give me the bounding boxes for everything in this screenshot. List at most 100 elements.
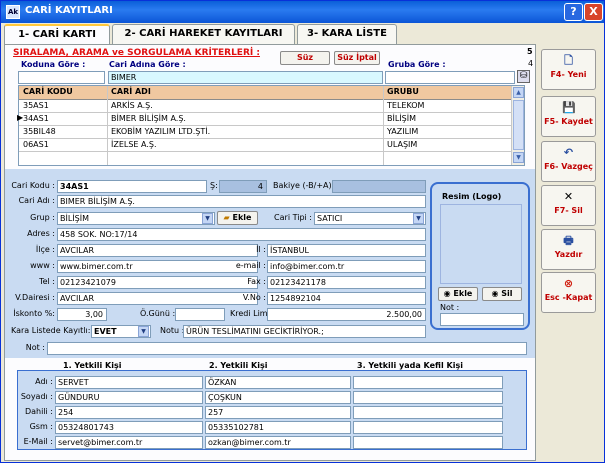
cancel-filter-button[interactable]: Süz İptal bbox=[334, 51, 380, 65]
filter-icon[interactable]: ⛁ bbox=[517, 70, 530, 83]
district-field[interactable]: AVCILAR bbox=[57, 244, 258, 257]
total-count: 5 bbox=[527, 47, 533, 56]
code-filter-input[interactable] bbox=[18, 71, 105, 84]
col-code-header[interactable]: CARİ KODU bbox=[23, 87, 73, 96]
tel-field[interactable]: 02123421079 bbox=[57, 276, 258, 289]
not-field[interactable] bbox=[47, 342, 527, 355]
www-field[interactable]: www.bimer.com.tr bbox=[57, 260, 258, 273]
name-filter-label: Cari Adına Göre : bbox=[109, 60, 186, 69]
contact3-surname[interactable] bbox=[353, 391, 503, 404]
add-group-button[interactable]: ▰ Ekle bbox=[217, 211, 258, 225]
folder-icon: ▰ bbox=[223, 213, 230, 222]
contact3-ext[interactable] bbox=[353, 406, 503, 419]
contact3-email[interactable] bbox=[353, 436, 503, 449]
undo-icon: ↶ bbox=[563, 146, 574, 159]
tab-bar: 1- CARİ KARTI 2- CARİ HAREKET KAYITLARI … bbox=[4, 24, 534, 45]
delete-button[interactable]: ✕ F7- Sil bbox=[541, 185, 596, 226]
close-window-button[interactable]: X bbox=[584, 3, 603, 21]
contact1-gsm[interactable]: 05324801743 bbox=[55, 421, 203, 434]
photo-panel: Resim (Logo) ◉ Ekle ◉ Sil Not : bbox=[430, 182, 530, 330]
contact2-email[interactable]: ozkan@bimer.com.tr bbox=[205, 436, 351, 449]
chevron-down-icon[interactable]: ▼ bbox=[413, 213, 424, 224]
photo-add-button[interactable]: ◉ Ekle bbox=[438, 287, 478, 301]
payday-field[interactable] bbox=[175, 308, 225, 321]
blacklist-select[interactable]: EVET ▼ bbox=[91, 325, 151, 338]
col-name-header[interactable]: CARİ ADI bbox=[111, 87, 151, 96]
www-label: www : bbox=[30, 261, 55, 270]
name-field[interactable]: BIMER BİLİŞİM A.Ş. bbox=[57, 195, 426, 208]
name-filter-input[interactable]: BIMER bbox=[108, 71, 383, 84]
print-button[interactable]: 🖶 Yazdır bbox=[541, 229, 596, 270]
table-row[interactable]: 06AS1 İZELSE A.Ş. ULAŞIM bbox=[19, 139, 524, 152]
col-group-header[interactable]: GRUBU bbox=[387, 87, 419, 96]
tab-cari-hareket[interactable]: 2- CARİ HAREKET KAYITLARI bbox=[112, 24, 295, 44]
discount-field[interactable]: 3,00 bbox=[57, 308, 107, 321]
credit-field[interactable]: 2.500,00 bbox=[267, 308, 426, 321]
taxno-field[interactable]: 1254892104 bbox=[267, 292, 426, 305]
scroll-down-icon[interactable]: ▼ bbox=[513, 152, 524, 163]
contact1-email[interactable]: servet@bimer.com.tr bbox=[55, 436, 203, 449]
contact2-ext[interactable]: 257 bbox=[205, 406, 351, 419]
group-select[interactable]: BİLİŞİM ▼ bbox=[57, 212, 215, 225]
camera-icon: ◉ bbox=[491, 289, 499, 298]
photo-note-field[interactable] bbox=[440, 313, 524, 326]
help-button[interactable]: ? bbox=[564, 3, 583, 21]
contact1-ext[interactable]: 254 bbox=[55, 406, 203, 419]
new-button[interactable]: 🗋 F4- Yeni bbox=[541, 49, 596, 90]
cell-name: İZELSE A.Ş. bbox=[111, 140, 157, 149]
table-row[interactable]: 35AS1 ARKİS A.Ş. TELEKOM bbox=[19, 100, 524, 113]
contact1-header: 1. Yetkili Kişi bbox=[63, 361, 122, 370]
title-bar[interactable]: Ak CARİ KAYITLARI ? X bbox=[1, 1, 604, 23]
new-button-label: F4- Yeni bbox=[550, 70, 587, 79]
scroll-up-icon[interactable]: ▲ bbox=[513, 87, 524, 98]
group-filter-input[interactable] bbox=[385, 71, 515, 84]
contact1-name[interactable]: SERVET bbox=[55, 376, 203, 389]
photo-delete-label: Sil bbox=[501, 289, 513, 298]
filter-button[interactable]: Süz bbox=[280, 51, 330, 65]
code-label: Cari Kodu : bbox=[11, 181, 55, 190]
note-field[interactable]: ÜRÜN TESLİMATINI GECİKTİRİYOR.; bbox=[183, 325, 426, 338]
photo-delete-button[interactable]: ◉ Sil bbox=[482, 287, 522, 301]
save-button[interactable]: 💾 F5- Kaydet bbox=[541, 96, 596, 137]
group-filter-label: Gruba Göre : bbox=[388, 60, 446, 69]
chevron-down-icon[interactable]: ▼ bbox=[202, 213, 213, 224]
exit-button[interactable]: ⊗ Esc -Kapat bbox=[541, 272, 596, 313]
code-field[interactable]: 34AS1 bbox=[57, 180, 207, 193]
search-heading: SIRALAMA, ARAMA ve SORGULAMA KRİTERLERİ … bbox=[13, 48, 260, 58]
taxoffice-label: V.Dairesi : bbox=[15, 293, 55, 302]
grid-scrollbar[interactable]: ▲ ▼ bbox=[511, 86, 524, 165]
contact1-surname[interactable]: GÜNDURU bbox=[55, 391, 203, 404]
name-label: Cari Adı : bbox=[18, 196, 55, 205]
contact-name-label: Adı : bbox=[35, 377, 53, 386]
address-field[interactable]: 458 SOK. NO:17/14 bbox=[57, 228, 426, 241]
cell-code: 34AS1 bbox=[23, 114, 49, 123]
balance-label: Bakiye (-B/+A): bbox=[273, 181, 335, 190]
cell-name: BİMER BİLİŞİM A.Ş. bbox=[111, 114, 186, 123]
email-field[interactable]: info@bimer.com.tr bbox=[267, 260, 426, 273]
delete-button-label: F7- Sil bbox=[554, 206, 583, 215]
app-icon: Ak bbox=[6, 5, 20, 19]
cell-code: 35BIL48 bbox=[23, 127, 56, 136]
contact-email-label: E-Mail : bbox=[23, 437, 53, 446]
type-select[interactable]: SATICI ▼ bbox=[314, 212, 426, 225]
scroll-thumb[interactable] bbox=[513, 100, 524, 150]
fax-label: Fax : bbox=[247, 277, 266, 286]
contact2-name[interactable]: ÖZKAN bbox=[205, 376, 351, 389]
tab-kara-liste[interactable]: 3- KARA LİSTE bbox=[297, 24, 397, 44]
city-field[interactable]: İSTANBUL bbox=[267, 244, 426, 257]
tab-cari-karti[interactable]: 1- CARİ KARTI bbox=[4, 24, 110, 45]
contact3-name[interactable] bbox=[353, 376, 503, 389]
table-row[interactable]: 35BIL48 EKOBİM YAZILIM LTD.ŞTİ. YAZILIM bbox=[19, 126, 524, 139]
chevron-down-icon[interactable]: ▼ bbox=[138, 326, 149, 337]
table-row-selected[interactable]: ▶ 34AS1 BİMER BİLİŞİM A.Ş. BİLİŞİM bbox=[17, 113, 524, 126]
photo-image[interactable] bbox=[440, 204, 522, 284]
fax-field[interactable]: 02123421178 bbox=[267, 276, 426, 289]
contact2-surname[interactable]: ÇOŞKUN bbox=[205, 391, 351, 404]
cell-group: ULAŞIM bbox=[387, 140, 418, 149]
contact2-gsm[interactable]: 05335102781 bbox=[205, 421, 351, 434]
cancel-button[interactable]: ↶ F6- Vazgeç bbox=[541, 141, 596, 182]
payday-label: Ö.Günü : bbox=[140, 309, 176, 318]
taxoffice-field[interactable]: AVCILAR bbox=[57, 292, 258, 305]
contact3-gsm[interactable] bbox=[353, 421, 503, 434]
records-grid[interactable]: CARİ KODU CARİ ADI GRUBU 35AS1 ARKİS A.Ş… bbox=[17, 85, 525, 166]
